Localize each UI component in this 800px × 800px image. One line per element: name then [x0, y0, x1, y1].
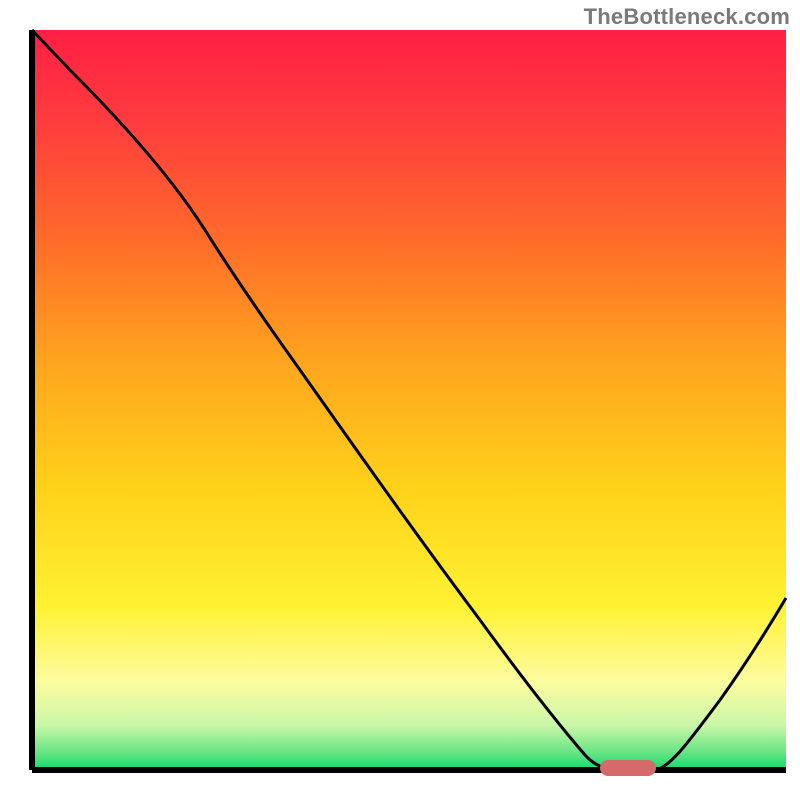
optimal-marker: [600, 760, 656, 776]
chart-svg: [0, 0, 800, 800]
chart-stage: TheBottleneck.com: [0, 0, 800, 800]
watermark-text: TheBottleneck.com: [584, 4, 790, 30]
plot-background: [32, 30, 786, 770]
